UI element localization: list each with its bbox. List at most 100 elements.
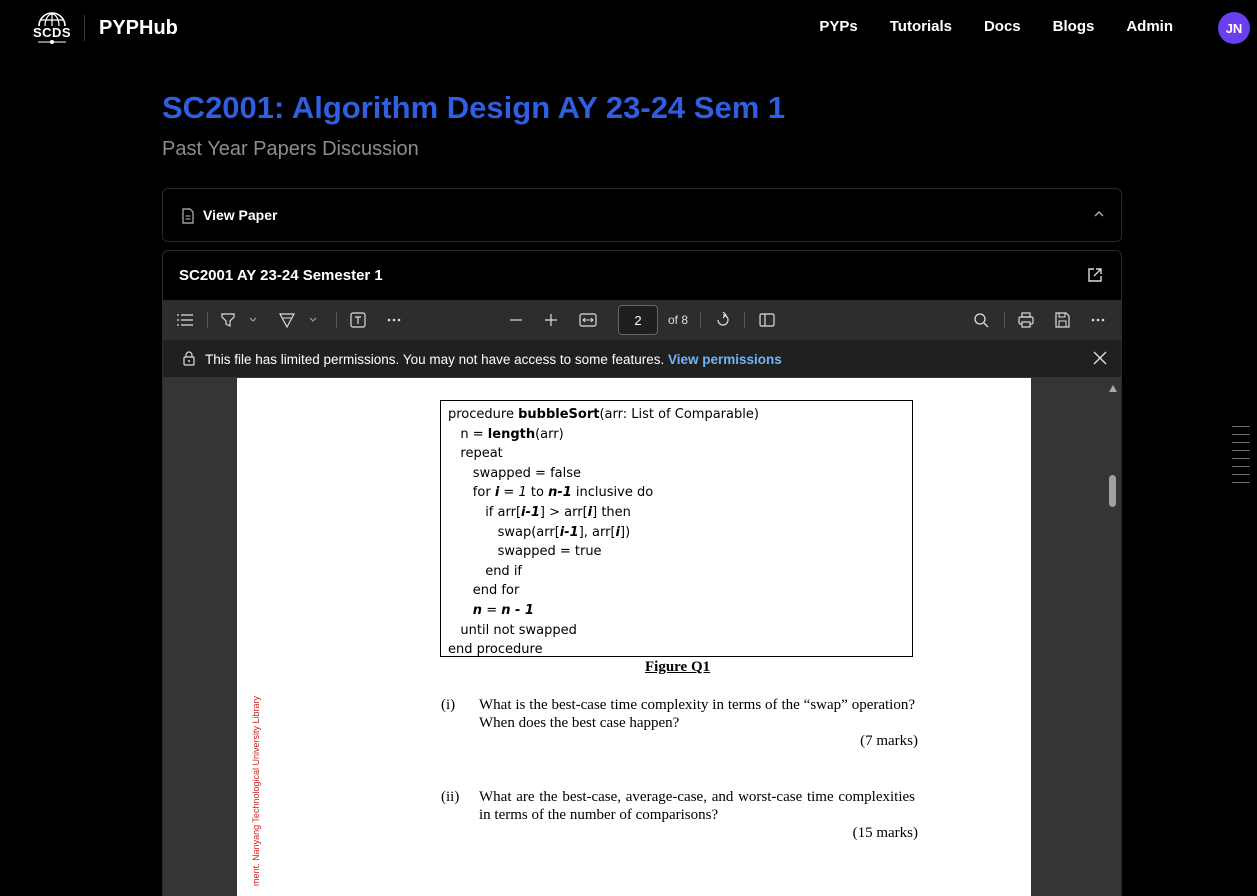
- code-line: for i = 1 to n-1 inclusive do: [448, 485, 654, 501]
- outline-line: [1232, 434, 1250, 435]
- code-line: n = n - 1: [472, 602, 534, 618]
- search-icon: [974, 313, 989, 328]
- watermark-text: ment. Nanyang Technological University L…: [251, 696, 261, 886]
- toolbar-divider: [700, 312, 701, 328]
- logo-base-icon: [38, 39, 66, 44]
- brand-name: PYPHub: [99, 16, 178, 39]
- contents-button[interactable]: [173, 300, 197, 340]
- scrollbar-thumb[interactable]: [1109, 475, 1116, 507]
- brand-divider: [84, 15, 85, 41]
- lock-icon: [183, 351, 195, 366]
- page-title: SC2001: Algorithm Design AY 23-24 Sem 1: [162, 90, 786, 125]
- figure-caption: Figure Q1: [645, 659, 711, 675]
- draw-button[interactable]: [277, 300, 297, 340]
- add-text-button[interactable]: [348, 300, 368, 340]
- page-number-input[interactable]: 2: [618, 305, 658, 335]
- rotate-button[interactable]: [713, 300, 733, 340]
- chevron-down-icon: [249, 317, 257, 322]
- chevron-up-icon[interactable]: [1093, 210, 1105, 218]
- draw-options-button[interactable]: [307, 300, 319, 340]
- highlight-options-button[interactable]: [247, 300, 259, 340]
- code-line: end for: [448, 583, 520, 599]
- code-line: procedure bubbleSort(arr: List of Compar…: [448, 407, 759, 422]
- logo-text: SCDS: [32, 24, 72, 40]
- print-button[interactable]: [1016, 300, 1036, 340]
- code-line: until not swapped: [448, 622, 577, 638]
- toolbar-divider: [336, 312, 337, 328]
- pdf-toolbar: 2 of 8: [163, 300, 1121, 340]
- question-number: (i): [441, 697, 456, 713]
- settings-more-button[interactable]: [1087, 300, 1109, 340]
- outline-line: [1232, 474, 1250, 475]
- document-icon: [182, 208, 194, 224]
- outline-line: [1232, 458, 1250, 459]
- two-page-icon: [759, 313, 775, 327]
- permissions-text: This file has limited permissions. You m…: [205, 352, 665, 367]
- code-line: if arr[i-1] > arr[i] then: [448, 504, 631, 520]
- question-number: (ii): [441, 789, 460, 805]
- permissions-banner: This file has limited permissions. You m…: [163, 340, 1121, 378]
- code-line: n = length(arr): [448, 426, 564, 442]
- open-external-icon[interactable]: [1087, 267, 1103, 283]
- brand-home-link[interactable]: SCDS PYPHub: [30, 9, 178, 47]
- minus-icon: [510, 319, 522, 321]
- rotate-icon: [717, 312, 729, 326]
- question-text: What is the best-case time complexity in…: [479, 697, 915, 731]
- outline-line: [1232, 466, 1250, 467]
- highlight-button[interactable]: [218, 300, 238, 340]
- nav-link-pyps[interactable]: PYPs: [819, 18, 857, 35]
- zoom-out-button[interactable]: [506, 300, 526, 340]
- outline-line: [1232, 426, 1250, 427]
- globe-icon: [38, 11, 66, 26]
- page-view-button[interactable]: [757, 300, 777, 340]
- code-line: end if: [448, 563, 523, 579]
- nav-link-docs[interactable]: Docs: [984, 18, 1021, 35]
- pdf-page: procedure bubbleSort(arr: List of Compar…: [237, 378, 1031, 896]
- code-line: swap(arr[i-1], arr[i]): [448, 524, 631, 540]
- code-line: swapped = true: [448, 544, 602, 560]
- close-icon[interactable]: [1093, 351, 1107, 365]
- pdf-document-area[interactable]: procedure bubbleSort(arr: List of Compar…: [163, 378, 1121, 896]
- more-tools-button[interactable]: [383, 300, 405, 340]
- code-line: end procedure: [448, 642, 543, 658]
- view-paper-accordion[interactable]: View Paper: [162, 188, 1122, 242]
- nav-link-blogs[interactable]: Blogs: [1053, 18, 1095, 35]
- view-permissions-link[interactable]: View permissions: [668, 352, 782, 367]
- scroll-up-arrow-icon[interactable]: [1109, 385, 1117, 392]
- pseudocode-box: procedure bubbleSort(arr: List of Compar…: [440, 400, 913, 657]
- fit-width-button[interactable]: [577, 300, 599, 340]
- question-marks: (7 marks): [860, 733, 918, 749]
- more-horizontal-icon: [387, 318, 401, 322]
- more-horizontal-icon: [1091, 318, 1105, 322]
- pdf-scrollbar[interactable]: [1105, 378, 1121, 896]
- code-line: repeat: [448, 446, 503, 462]
- nav-links: PYPs Tutorials Docs Blogs Admin: [787, 18, 1173, 35]
- text-box-icon: [350, 312, 366, 328]
- question-text: What are the best-case, average-case, an…: [479, 789, 915, 823]
- find-button[interactable]: [971, 300, 991, 340]
- page-outline-indicator[interactable]: [1232, 426, 1250, 490]
- pen-icon: [279, 313, 295, 328]
- zoom-in-button[interactable]: [541, 300, 561, 340]
- outline-line: [1232, 450, 1250, 451]
- page-subtitle: Past Year Papers Discussion: [162, 138, 419, 160]
- top-navbar: SCDS PYPHub PYPs Tutorials Docs Blogs Ad…: [0, 0, 1257, 56]
- pdf-title: SC2001 AY 23-24 Semester 1: [179, 267, 383, 284]
- print-icon: [1018, 312, 1034, 328]
- toolbar-divider: [207, 312, 208, 328]
- toolbar-divider: [744, 312, 745, 328]
- view-paper-label: View Paper: [203, 207, 278, 223]
- question-marks: (15 marks): [852, 825, 918, 841]
- highlighter-icon: [221, 313, 235, 327]
- code-line: swapped = false: [448, 465, 582, 481]
- nav-link-tutorials[interactable]: Tutorials: [890, 18, 952, 35]
- pdf-viewer-card: SC2001 AY 23-24 Semester 1 2 of 8 This f…: [162, 250, 1122, 896]
- save-button[interactable]: [1052, 300, 1072, 340]
- nav-link-admin[interactable]: Admin: [1126, 18, 1173, 35]
- outline-line: [1232, 482, 1250, 483]
- fit-width-icon: [579, 313, 597, 327]
- outline-line: [1232, 442, 1250, 443]
- scds-logo: SCDS: [30, 9, 74, 47]
- save-icon: [1055, 312, 1070, 328]
- user-avatar[interactable]: JN: [1218, 12, 1250, 44]
